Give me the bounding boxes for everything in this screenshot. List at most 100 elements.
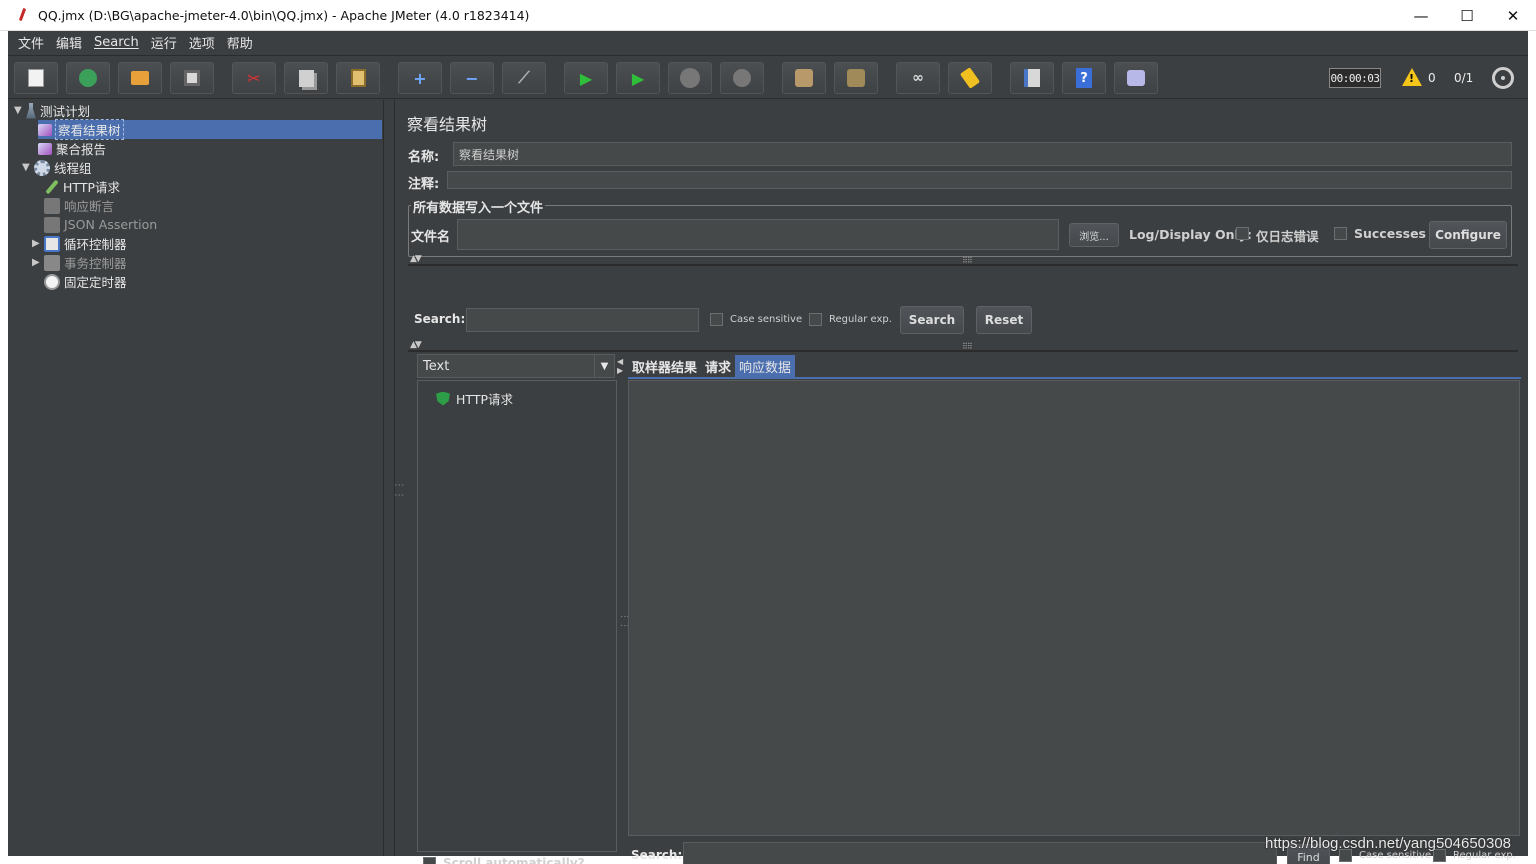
test-plan-icon <box>26 102 36 119</box>
copy-button[interactable] <box>284 62 328 94</box>
menu-run[interactable]: 运行 <box>145 33 183 52</box>
scroll-auto-checkbox[interactable] <box>423 857 436 864</box>
assertion-icon <box>44 197 60 214</box>
expand-button[interactable]: + <box>398 62 442 94</box>
jmeter-window: 文件 编辑 Search 运行 选项 帮助 ✂ + − ⟋ ▶ ▶ ∞ ? 00… <box>8 31 1528 864</box>
tab-request[interactable]: 请求 <box>701 355 735 377</box>
tree-node-label: 事务控制器 <box>64 256 127 271</box>
case-sensitive-checkbox[interactable] <box>710 313 723 326</box>
chevron-down-icon[interactable]: ▼ <box>594 355 614 377</box>
search-button[interactable]: ∞ <box>896 62 940 94</box>
shutdown-button[interactable] <box>720 62 764 94</box>
browse-button[interactable]: 浏览... <box>1069 223 1119 247</box>
new-button[interactable] <box>14 62 58 94</box>
stop-button[interactable] <box>668 62 712 94</box>
tree-node-constant-timer[interactable]: 固定定时器 <box>44 272 127 291</box>
expand-triangle-icon[interactable]: ▶ <box>32 238 44 249</box>
comment-field[interactable] <box>447 171 1512 189</box>
tree-node-label: 固定定时器 <box>64 275 127 290</box>
split-grip[interactable]: ⠿⠿ <box>962 256 973 265</box>
tree-node-aggregate-report[interactable]: 聚合报告 <box>38 139 106 158</box>
title-bar: QQ.jmx (D:\BG\apache-jmeter-4.0\bin\QQ.j… <box>0 0 1536 31</box>
remote-status-icon[interactable] <box>1492 67 1514 89</box>
remote-button[interactable] <box>1114 62 1158 94</box>
renderer-select[interactable]: Text ▼ <box>417 354 615 378</box>
successes-checkbox[interactable] <box>1334 227 1347 240</box>
search-button[interactable]: Search <box>900 306 964 334</box>
cut-icon: ✂ <box>247 68 261 88</box>
view-results-tree-panel: 察看结果树 名称: 察看结果树 注释: 所有数据写入一个文件 文件名 浏览...… <box>394 100 1526 864</box>
errors-only-checkbox[interactable] <box>1236 227 1249 240</box>
gear-icon <box>34 159 50 176</box>
split-grip[interactable]: ⠿⠿ <box>962 342 973 351</box>
menu-edit[interactable]: 编辑 <box>50 33 88 52</box>
controller-icon <box>44 254 60 271</box>
function-helper-button[interactable] <box>1010 62 1054 94</box>
log-display-only-label: Log/Display Only: <box>1129 227 1252 242</box>
errors-only-label: 仅日志错误 <box>1256 229 1319 244</box>
tree-node-transaction-controller[interactable]: ▶ 事务控制器 <box>32 253 127 272</box>
search-input[interactable] <box>466 308 699 332</box>
start-button[interactable]: ▶ <box>564 62 608 94</box>
configure-button[interactable]: Configure <box>1429 221 1507 249</box>
regular-exp-checkbox[interactable] <box>809 313 822 326</box>
result-item[interactable]: HTTP请求 <box>436 389 513 408</box>
clear-button[interactable] <box>782 62 826 94</box>
toggle-button[interactable]: ⟋ <box>502 62 546 94</box>
split-arrows-icon[interactable]: ▲▼ <box>410 340 422 350</box>
tree-node-response-assertion[interactable]: 响应断言 <box>44 196 114 215</box>
collapse-button[interactable]: − <box>450 62 494 94</box>
tab-response-data[interactable]: 响应数据 <box>735 355 796 377</box>
jmeter-feather-icon <box>16 7 30 23</box>
scroll-auto-label: Scroll automatically? <box>443 856 585 864</box>
case-sensitive-label: Case sensitive <box>730 314 803 325</box>
close-button[interactable]: ✕ <box>1490 0 1536 31</box>
remote-icon <box>1127 70 1145 86</box>
active-threads: 0/1 <box>1454 71 1474 85</box>
minimize-button[interactable]: — <box>1398 0 1444 31</box>
shutdown-icon <box>733 69 751 87</box>
reset-button[interactable]: Reset <box>976 306 1032 334</box>
tree-node-label: 循环控制器 <box>64 237 127 252</box>
open-icon <box>131 71 149 85</box>
name-field[interactable]: 察看结果树 <box>453 142 1512 166</box>
menu-file[interactable]: 文件 <box>12 33 50 52</box>
tree-node-test-plan[interactable]: ▼ 测试计划 <box>14 101 90 120</box>
maximize-button[interactable]: ☐ <box>1444 0 1490 31</box>
success-shield-icon <box>436 391 450 406</box>
response-data-area[interactable] <box>628 380 1520 836</box>
window-title: QQ.jmx (D:\BG\apache-jmeter-4.0\bin\QQ.j… <box>38 7 530 23</box>
collapse-triangle-icon[interactable]: ▼ <box>22 162 34 173</box>
menu-help[interactable]: 帮助 <box>221 33 259 52</box>
toolbar: ✂ + − ⟋ ▶ ▶ ∞ ? 00:00:03 ! 0 0/1 <box>8 55 1528 99</box>
tab-sampler-result[interactable]: 取样器结果 <box>628 355 701 377</box>
reset-search-button[interactable] <box>948 62 992 94</box>
tree-node-thread-group[interactable]: ▼ 线程组 <box>22 158 92 177</box>
save-button[interactable] <box>170 62 214 94</box>
split-arrows-icon[interactable]: ▲▼ <box>410 254 422 264</box>
menu-search[interactable]: Search <box>88 35 145 50</box>
tree-node-label: 察看结果树 <box>55 119 124 140</box>
clear-all-icon <box>847 69 865 87</box>
cut-button[interactable]: ✂ <box>232 62 276 94</box>
tree-node-json-assertion[interactable]: JSON Assertion <box>44 215 157 234</box>
tree-node-view-results-tree[interactable]: 察看结果树 <box>38 119 382 140</box>
pipette-icon <box>45 179 59 194</box>
help-button[interactable]: ? <box>1062 62 1106 94</box>
expand-triangle-icon[interactable]: ▶ <box>32 257 44 268</box>
bottom-search-input[interactable] <box>683 842 1277 864</box>
open-button[interactable] <box>118 62 162 94</box>
tree-node-loop-controller[interactable]: ▶ 循环控制器 <box>32 234 127 253</box>
filename-field[interactable] <box>457 219 1059 250</box>
regular-exp-label: Regular exp. <box>829 314 892 325</box>
menu-options[interactable]: 选项 <box>183 33 221 52</box>
start-no-pause-button[interactable]: ▶ <box>616 62 660 94</box>
tree-node-http-request[interactable]: HTTP请求 <box>44 177 120 196</box>
paste-button[interactable] <box>336 62 380 94</box>
collapse-triangle-icon[interactable]: ▼ <box>14 105 26 116</box>
clear-all-button[interactable] <box>834 62 878 94</box>
controller-icon <box>44 235 60 252</box>
result-split-arrows-icon[interactable]: ◀ ▶ <box>617 357 623 375</box>
warning-mark: ! <box>1409 72 1415 85</box>
templates-button[interactable] <box>66 62 110 94</box>
